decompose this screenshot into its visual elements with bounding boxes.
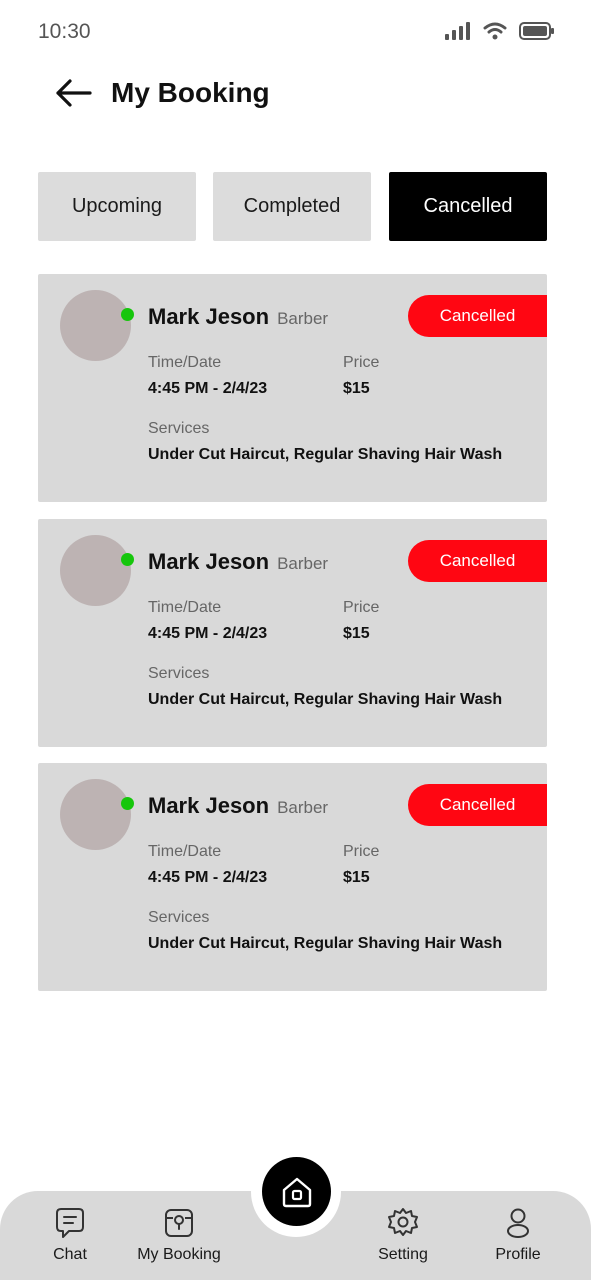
avatar: [60, 779, 131, 850]
barber-role: Barber: [277, 554, 329, 573]
barber-role: Barber: [277, 309, 329, 328]
barber-name-text: Mark Jeson: [148, 304, 270, 329]
services-label: Services: [148, 909, 210, 926]
page-title: My Booking: [111, 77, 270, 108]
status-icons: [445, 22, 555, 40]
barber-name-text: Mark Jeson: [148, 549, 270, 574]
nav-my-booking[interactable]: My Booking: [129, 1191, 229, 1280]
tab-cancelled[interactable]: Cancelled: [389, 172, 547, 241]
barber-name-text: Mark Jeson: [148, 793, 270, 818]
barber-name: Mark Jeson Barber: [148, 793, 328, 819]
booking-card[interactable]: Mark Jeson Barber Cancelled Time/Date 4:4…: [38, 763, 547, 991]
services-value: Under Cut Haircut, Regular Shaving Hair …: [148, 935, 503, 952]
time-value: 4:45 PM - 2/4/23: [148, 625, 268, 642]
battery-icon: [519, 22, 554, 40]
status-badge: Cancelled: [408, 784, 547, 826]
back-arrow-icon: [56, 79, 92, 107]
home-icon: [282, 1177, 311, 1207]
barber-name: Mark Jeson Barber: [148, 304, 328, 330]
price-label: Price: [343, 354, 380, 371]
tab-upcoming[interactable]: Upcoming: [38, 172, 196, 241]
price-label: Price: [343, 599, 380, 616]
wifi-icon: [483, 22, 507, 40]
services-value: Under Cut Haircut, Regular Shaving Hair …: [148, 691, 503, 708]
time-label: Time/Date: [148, 599, 222, 616]
header: My Booking: [0, 72, 591, 116]
nav-profile-label: Profile: [495, 1246, 541, 1263]
back-button[interactable]: [54, 78, 92, 108]
chat-icon: [56, 1208, 84, 1238]
barber-name: Mark Jeson Barber: [148, 549, 328, 575]
status-badge: Cancelled: [408, 295, 547, 337]
profile-icon: [507, 1208, 529, 1238]
price-label: Price: [343, 843, 380, 860]
booking-card[interactable]: Mark Jeson Barber Cancelled Time/Date 4:4…: [38, 519, 547, 747]
online-indicator: [121, 553, 134, 566]
services-label: Services: [148, 420, 210, 437]
price-value: $15: [343, 625, 370, 642]
online-indicator: [121, 797, 134, 810]
nav-chat[interactable]: Chat: [40, 1191, 100, 1280]
booking-tabs: Upcoming Completed Cancelled: [38, 172, 547, 241]
status-badge: Cancelled: [408, 540, 547, 582]
services-label: Services: [148, 665, 210, 682]
gear-icon: [388, 1208, 418, 1236]
time-label: Time/Date: [148, 843, 222, 860]
time-label: Time/Date: [148, 354, 222, 371]
time-value: 4:45 PM - 2/4/23: [148, 869, 268, 886]
home-button[interactable]: [262, 1157, 331, 1226]
avatar: [60, 535, 131, 606]
booking-card[interactable]: Mark Jeson Barber Cancelled Time/Date 4:4…: [38, 274, 547, 502]
nav-my-booking-label: My Booking: [137, 1246, 221, 1263]
nav-setting[interactable]: Setting: [368, 1191, 438, 1280]
nav-setting-label: Setting: [378, 1246, 428, 1263]
nav-chat-label: Chat: [53, 1246, 87, 1263]
barber-role: Barber: [277, 798, 329, 817]
time-value: 4:45 PM - 2/4/23: [148, 380, 268, 397]
online-indicator: [121, 308, 134, 321]
avatar: [60, 290, 131, 361]
price-value: $15: [343, 869, 370, 886]
price-value: $15: [343, 380, 370, 397]
signal-icon: [445, 22, 470, 40]
nav-profile[interactable]: Profile: [488, 1191, 548, 1280]
status-bar: 10:30: [0, 0, 591, 64]
booking-icon: [165, 1209, 193, 1237]
services-value: Under Cut Haircut, Regular Shaving Hair …: [148, 446, 503, 463]
tab-completed[interactable]: Completed: [213, 172, 371, 241]
status-time: 10:30: [38, 20, 91, 43]
